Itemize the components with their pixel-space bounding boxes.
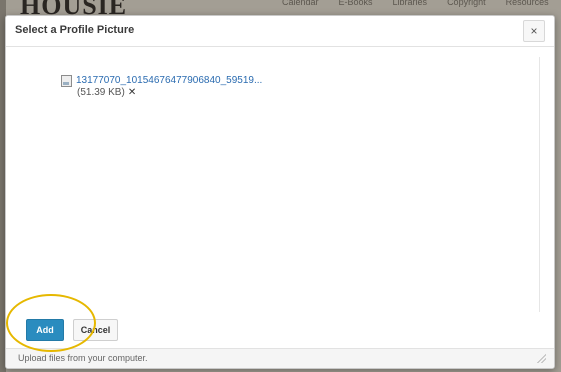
background-nav-item: E-Books — [338, 0, 373, 7]
dialog-title: Select a Profile Picture — [15, 24, 135, 36]
add-button[interactable]: Add — [26, 319, 64, 341]
cancel-button[interactable]: Cancel — [73, 319, 118, 341]
profile-picture-dialog: Select a Profile Picture × 13177070_1015… — [5, 15, 555, 369]
dialog-footer: Upload files from your computer. — [6, 348, 554, 368]
background-nav-item: Copyright — [447, 0, 486, 7]
image-file-icon — [61, 75, 72, 87]
dialog-actions: Add Cancel — [26, 319, 118, 341]
file-meta: (51.39 KB) ✕ — [61, 87, 262, 99]
dialog-body: 13177070_10154676477906840_59519... (51.… — [6, 47, 554, 317]
file-size: (51.39 KB) — [77, 87, 125, 98]
background-nav-item: Calendar — [282, 0, 319, 7]
dialog-header: Select a Profile Picture × — [6, 16, 554, 47]
resize-grip-icon[interactable] — [537, 354, 546, 363]
scrollbar[interactable] — [539, 57, 540, 312]
close-button[interactable]: × — [523, 20, 545, 42]
background-nav-item: Resources — [505, 0, 549, 7]
remove-icon[interactable]: ✕ — [128, 87, 136, 99]
file-name-link[interactable]: 13177070_10154676477906840_59519... — [76, 75, 262, 87]
close-icon: × — [530, 24, 538, 38]
uploaded-file: 13177070_10154676477906840_59519... (51.… — [61, 75, 262, 99]
upload-hint: Upload files from your computer. — [18, 353, 148, 363]
file-row: 13177070_10154676477906840_59519... — [61, 75, 262, 87]
background-nav: Calendar E-Books Libraries Copyright Res… — [282, 0, 549, 11]
background-nav-item: Libraries — [392, 0, 428, 7]
